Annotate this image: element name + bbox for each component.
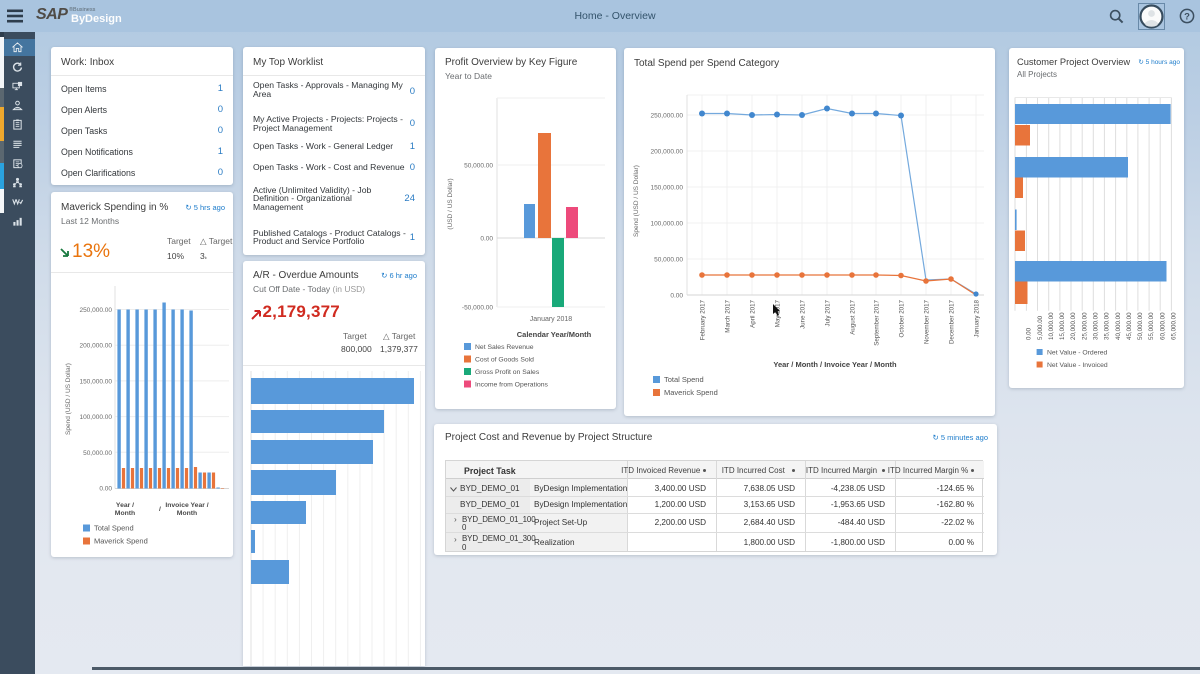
svg-text:Maverick Spend: Maverick Spend xyxy=(94,537,148,546)
svg-text:August 2017: August 2017 xyxy=(850,299,857,334)
svg-text:Month: Month xyxy=(177,510,197,517)
svg-text:40,000.00: 40,000.00 xyxy=(1115,312,1122,340)
svg-text:October 2017: October 2017 xyxy=(899,299,906,337)
svg-text:January 2018: January 2018 xyxy=(974,299,981,337)
svg-text:/: / xyxy=(159,506,161,513)
svg-text:0.00: 0.00 xyxy=(670,293,683,300)
svg-text:250,000.00: 250,000.00 xyxy=(79,307,112,314)
svg-text:150,000.00: 150,000.00 xyxy=(650,185,683,192)
svg-text:-50,000.00: -50,000.00 xyxy=(462,305,493,312)
svg-text:April 2017: April 2017 xyxy=(750,299,757,327)
svg-text:200,000.00: 200,000.00 xyxy=(79,343,112,350)
svg-text:Spend (USD / US Dollar): Spend (USD / US Dollar) xyxy=(633,165,640,237)
svg-text:Total Spend: Total Spend xyxy=(664,375,704,384)
svg-text:Gross Profit on Sales: Gross Profit on Sales xyxy=(475,369,540,376)
svg-text:5,000.00: 5,000.00 xyxy=(1037,315,1044,340)
svg-text:150,000.00: 150,000.00 xyxy=(79,378,112,385)
svg-text:Maverick Spend: Maverick Spend xyxy=(664,388,718,397)
svg-text:Month: Month xyxy=(115,510,135,517)
svg-text:Calendar Year/Month: Calendar Year/Month xyxy=(517,330,592,339)
svg-text:30,000.00: 30,000.00 xyxy=(1093,312,1100,340)
svg-text:March 2017: March 2017 xyxy=(725,299,732,332)
svg-text:50,000.00: 50,000.00 xyxy=(654,257,683,264)
svg-text:Year / Month / Invoice Year /: Year / Month / Invoice Year / Month xyxy=(773,360,897,369)
svg-text:January 2018: January 2018 xyxy=(530,316,573,323)
svg-text:50,000.00: 50,000.00 xyxy=(83,450,112,457)
svg-text:Spend (USD / US Dollar): Spend (USD / US Dollar) xyxy=(65,363,72,435)
svg-text:65,000.00: 65,000.00 xyxy=(1171,312,1178,340)
svg-text:50,000.00: 50,000.00 xyxy=(1137,312,1144,340)
svg-text:35,000.00: 35,000.00 xyxy=(1104,312,1111,340)
svg-text:Invoice Year /: Invoice Year / xyxy=(165,502,208,509)
svg-text:200,000.00: 200,000.00 xyxy=(650,149,683,156)
svg-text:June 2017: June 2017 xyxy=(800,299,807,328)
svg-text:November 2017: November 2017 xyxy=(924,299,931,344)
svg-text:?: ? xyxy=(1184,11,1190,22)
svg-text:Net Sales Revenue: Net Sales Revenue xyxy=(475,344,534,351)
svg-text:10,000.00: 10,000.00 xyxy=(1048,312,1055,340)
svg-text:100,000.00: 100,000.00 xyxy=(650,221,683,228)
svg-text:45,000.00: 45,000.00 xyxy=(1126,312,1133,340)
svg-text:15,000.00: 15,000.00 xyxy=(1059,312,1066,340)
svg-text:55,000.00: 55,000.00 xyxy=(1148,312,1155,340)
svg-text:0.00: 0.00 xyxy=(1026,327,1033,340)
svg-text:100,000.00: 100,000.00 xyxy=(79,414,112,421)
svg-text:50,000.00: 50,000.00 xyxy=(464,163,493,170)
svg-text:July 2017: July 2017 xyxy=(825,299,832,326)
svg-text:September 2017: September 2017 xyxy=(874,299,881,345)
svg-text:Net Value - Invoiced: Net Value - Invoiced xyxy=(1047,362,1108,369)
svg-text:(USD / US Dollar): (USD / US Dollar) xyxy=(447,178,454,229)
svg-text:25,000.00: 25,000.00 xyxy=(1081,312,1088,340)
svg-text:Net Value - Ordered: Net Value - Ordered xyxy=(1047,350,1108,357)
svg-text:60,000.00: 60,000.00 xyxy=(1159,312,1166,340)
svg-text:Year /: Year / xyxy=(116,502,134,509)
svg-text:February 2017: February 2017 xyxy=(700,299,707,340)
svg-text:Income from Operations: Income from Operations xyxy=(475,382,549,389)
svg-text:0.00: 0.00 xyxy=(480,236,493,243)
svg-text:20,000.00: 20,000.00 xyxy=(1070,312,1077,340)
svg-text:0.00: 0.00 xyxy=(99,486,112,493)
svg-text:Cost of Goods Sold: Cost of Goods Sold xyxy=(475,357,534,364)
svg-text:250,000.00: 250,000.00 xyxy=(650,113,683,120)
svg-text:December 2017: December 2017 xyxy=(949,299,956,344)
svg-text:Total Spend: Total Spend xyxy=(94,524,134,533)
